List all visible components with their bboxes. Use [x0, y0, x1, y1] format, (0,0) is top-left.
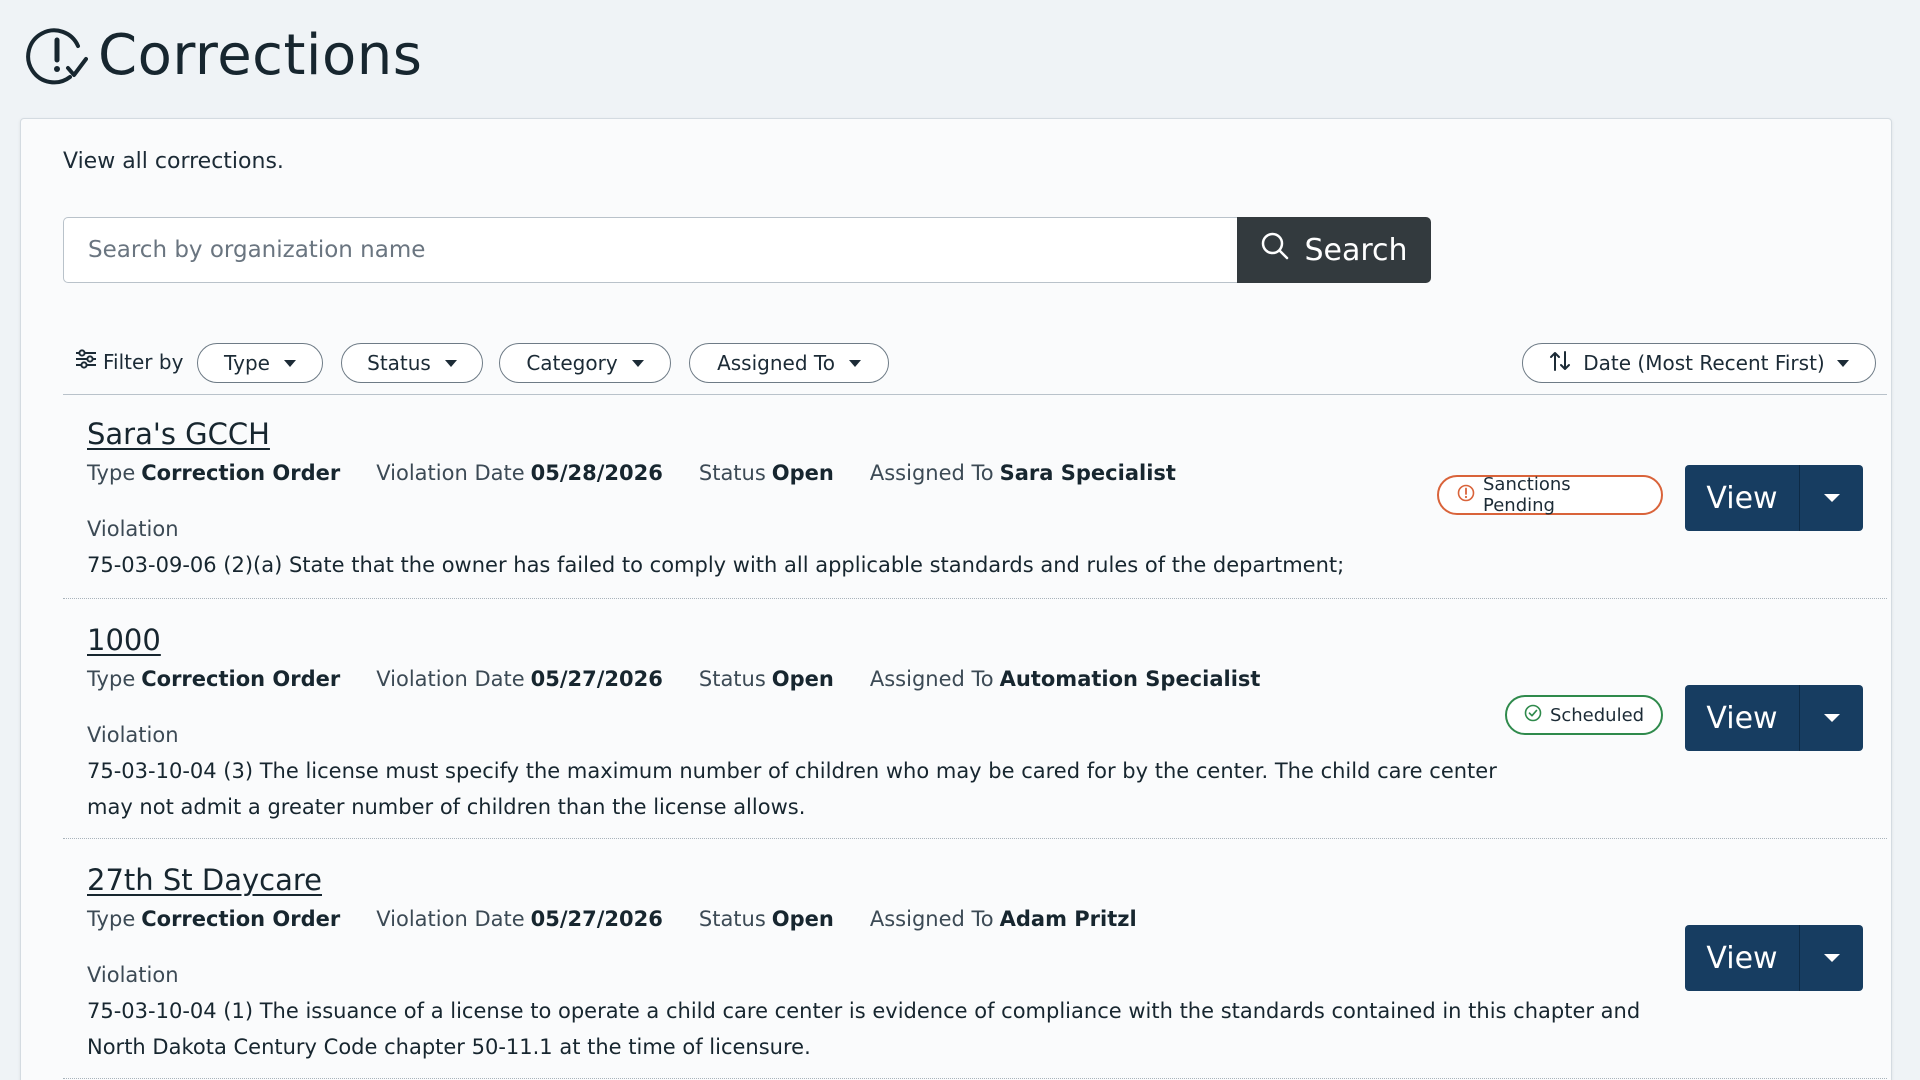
caret-down-icon — [444, 359, 457, 367]
type-key: Type — [87, 907, 136, 931]
status-key: Status — [698, 907, 766, 931]
sort-arrows-icon — [1549, 350, 1571, 377]
filter-category-label: Category — [526, 351, 618, 375]
violation-date-value: 05/27/2026 — [530, 907, 663, 931]
alert-circle-icon — [1457, 484, 1475, 507]
status-value: Open — [771, 907, 834, 931]
violation-date-value: 05/28/2026 — [530, 461, 663, 485]
status-key: Status — [698, 461, 766, 485]
filter-type-label: Type — [224, 351, 270, 375]
view-button-group: View — [1685, 465, 1863, 531]
violation-date-key: Violation Date — [376, 667, 525, 691]
assigned-to-key: Assigned To — [869, 461, 994, 485]
filter-status-dropdown[interactable]: Status — [341, 343, 483, 383]
violation-text: 75-03-10-04 (1) The issuance of a licens… — [87, 999, 1641, 1059]
search-bar: Search — [63, 217, 1431, 283]
status-badge: Scheduled — [1505, 695, 1663, 735]
item-meta: Type Correction Order Violation Date 05/28… — [87, 461, 1212, 485]
search-button-label: Search — [1304, 232, 1408, 268]
view-options-toggle[interactable] — [1799, 465, 1863, 531]
correction-item: 27th St Daycare Type Correction Order Vio… — [63, 839, 1887, 1079]
type-value: Correction Order — [141, 667, 341, 691]
violation-text: 75-03-10-04 (3) The license must specify… — [87, 759, 1497, 819]
sort-dropdown[interactable]: Date (Most Recent First) — [1522, 343, 1876, 383]
organization-link[interactable]: 1000 — [87, 623, 161, 657]
view-button[interactable]: View — [1685, 685, 1799, 751]
search-input[interactable] — [63, 217, 1237, 283]
filter-label: Filter by — [75, 349, 183, 374]
status-value: Open — [771, 667, 834, 691]
sort-label: Date (Most Recent First) — [1583, 351, 1825, 375]
violation-label: Violation — [87, 723, 179, 747]
status-value: Open — [771, 461, 834, 485]
type-key: Type — [87, 667, 136, 691]
caret-down-icon — [848, 359, 861, 367]
alert-check-icon — [24, 22, 90, 88]
violation-date-value: 05/27/2026 — [530, 667, 663, 691]
assigned-to-value: Automation Specialist — [999, 667, 1261, 691]
sliders-icon — [75, 349, 97, 374]
view-button[interactable]: View — [1685, 925, 1799, 991]
filter-category-dropdown[interactable]: Category — [499, 343, 671, 383]
assigned-to-value: Adam Pritzl — [999, 907, 1137, 931]
badge-label: Scheduled — [1549, 704, 1645, 726]
caret-down-icon — [1823, 494, 1840, 502]
assigned-to-key: Assigned To — [869, 907, 994, 931]
page-header: Corrections — [24, 22, 422, 88]
filter-status-label: Status — [367, 351, 431, 375]
type-value: Correction Order — [141, 907, 341, 931]
correction-item: 1000 Type Correction Order Violation Date… — [63, 599, 1887, 839]
filter-assigned-to-dropdown[interactable]: Assigned To — [689, 343, 889, 383]
correction-item: Sara's GCCH Type Correction Order Violati… — [63, 397, 1887, 599]
filter-by-label: Filter by — [103, 349, 184, 374]
page-title: Corrections — [98, 22, 423, 88]
corrections-card: View all corrections. Search Filter — [20, 118, 1892, 1080]
filter-bar: Filter by Type Status Category Assigned … — [63, 343, 1887, 395]
search-button[interactable]: Search — [1237, 217, 1431, 283]
view-button-group: View — [1685, 925, 1863, 991]
status-key: Status — [698, 667, 766, 691]
status-badge: Sanctions Pending — [1437, 474, 1663, 516]
badge-label: Sanctions Pending — [1483, 474, 1571, 516]
search-icon — [1260, 231, 1290, 269]
violation-date-key: Violation Date — [376, 461, 525, 485]
organization-link[interactable]: 27th St Daycare — [87, 863, 322, 897]
filter-type-dropdown[interactable]: Type — [197, 343, 323, 383]
type-key: Type — [87, 461, 136, 485]
item-meta: Type Correction Order Violation Date 05/27… — [87, 667, 1296, 691]
violation-date-key: Violation Date — [376, 907, 525, 931]
violation-text: 75-03-09-06 (2)(a) State that the owner … — [87, 553, 1345, 577]
filter-assigned-to-label: Assigned To — [717, 351, 835, 375]
view-button[interactable]: View — [1685, 465, 1799, 531]
caret-down-icon — [1823, 714, 1840, 722]
assigned-to-value: Sara Specialist — [999, 461, 1176, 485]
caret-down-icon — [283, 359, 296, 367]
caret-down-icon — [1823, 954, 1840, 962]
violation-label: Violation — [87, 963, 179, 987]
intro-text: View all corrections. — [63, 149, 284, 174]
view-options-toggle[interactable] — [1799, 685, 1863, 751]
check-circle-icon — [1524, 704, 1542, 727]
type-value: Correction Order — [141, 461, 341, 485]
caret-down-icon — [1836, 359, 1849, 367]
caret-down-icon — [631, 359, 644, 367]
assigned-to-key: Assigned To — [869, 667, 994, 691]
organization-link[interactable]: Sara's GCCH — [87, 417, 270, 451]
item-meta: Type Correction Order Violation Date 05/27… — [87, 907, 1173, 931]
violation-label: Violation — [87, 517, 179, 541]
view-button-group: View — [1685, 685, 1863, 751]
view-options-toggle[interactable] — [1799, 925, 1863, 991]
